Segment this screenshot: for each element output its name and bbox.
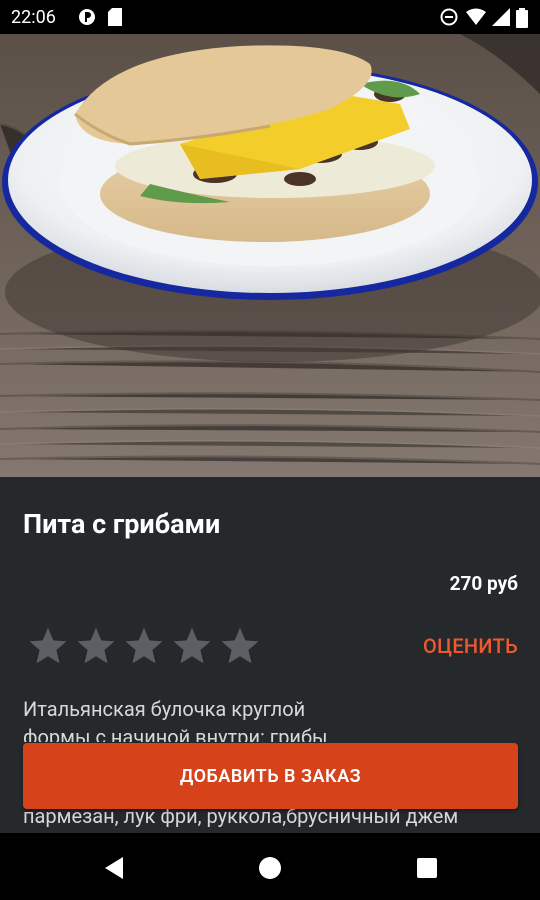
status-bar: 22:06 xyxy=(0,0,540,34)
product-description: Итальянская булочка круглой формы с начи… xyxy=(0,684,540,742)
star-icon[interactable] xyxy=(169,624,215,668)
description-line: Итальянская булочка круглой xyxy=(23,697,306,721)
wifi-icon xyxy=(466,8,486,30)
star-icon[interactable] xyxy=(73,624,119,668)
back-icon[interactable] xyxy=(100,853,130,883)
star-icon[interactable] xyxy=(121,624,167,668)
do-not-disturb-icon xyxy=(440,8,458,30)
rating-stars[interactable] xyxy=(25,624,263,668)
sd-card-icon xyxy=(108,8,122,30)
navigation-bar xyxy=(0,833,540,900)
add-to-order-button[interactable]: ДОБАВИТЬ В ЗАКАЗ xyxy=(23,743,518,809)
star-icon[interactable] xyxy=(217,624,263,668)
rate-button[interactable]: ОЦЕНИТЬ xyxy=(423,634,518,658)
signal-icon xyxy=(492,8,510,30)
description-line: формы с начиной внутри: грибы xyxy=(23,725,328,742)
app-notification-icon xyxy=(78,8,96,30)
product-image xyxy=(0,34,540,477)
battery-icon xyxy=(516,8,528,32)
product-price: 270 руб xyxy=(449,572,518,595)
product-title: Пита с грибами xyxy=(23,508,221,540)
recents-icon[interactable] xyxy=(412,853,442,883)
status-time: 22:06 xyxy=(11,7,56,28)
star-icon[interactable] xyxy=(25,624,71,668)
home-icon[interactable] xyxy=(255,853,285,883)
